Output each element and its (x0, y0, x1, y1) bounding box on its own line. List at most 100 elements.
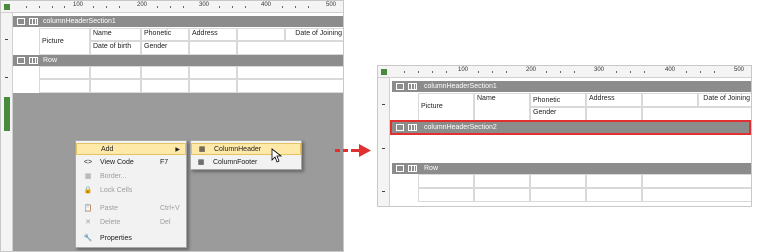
cell-empty[interactable] (642, 107, 751, 121)
submenu-item-column-footer[interactable]: ▦ ColumnFooter (191, 157, 301, 169)
menu-item-shortcut: F7 (160, 159, 169, 166)
row-cell[interactable] (418, 174, 474, 188)
row-cell[interactable] (237, 66, 343, 79)
ruler-label: 500 (734, 67, 745, 73)
ruler-label: 400 (261, 2, 272, 8)
cell-address[interactable]: Address (586, 93, 642, 107)
cell-picture[interactable]: Picture (418, 93, 474, 121)
row-cell[interactable] (90, 79, 141, 93)
paste-icon: 📋 (83, 205, 93, 212)
ruler-label: 500 (326, 2, 337, 8)
section-title: columnHeaderSection1 (424, 83, 497, 90)
menu-item-label: ColumnFooter (213, 159, 258, 166)
selected-section-marker (4, 97, 10, 131)
cell-date-of-joining[interactable]: Date of Joining (698, 93, 751, 107)
menu-item-lock-cells[interactable]: 🔒 Lock Cells (76, 185, 186, 197)
section-title: Row (43, 57, 58, 64)
cell-text: Date of birth (93, 43, 132, 50)
context-menu: Add ▶ <> View Code F7 ▦ Border... 🔒 Lock… (75, 140, 187, 248)
menu-item-view-code[interactable]: <> View Code F7 (76, 157, 186, 169)
designer-panel-before: 100 200 300 400 500 columnHeaderSection1… (0, 0, 344, 252)
ruler-label: 100 (73, 2, 84, 8)
delete-icon: ✕ (85, 219, 91, 226)
cell-text: Gender (144, 43, 168, 50)
vertical-ruler (378, 78, 390, 206)
table-icon: ▦ (198, 146, 206, 153)
transition-arrow-icon (335, 144, 371, 157)
vertical-ruler (1, 13, 13, 251)
cell-text: Address (589, 95, 615, 102)
collapse-icon[interactable] (396, 83, 404, 90)
lock-icon: 🔒 (83, 187, 93, 194)
menu-item-shortcut: Ctrl+V (160, 205, 180, 212)
row-cell[interactable] (586, 174, 642, 188)
cell-text: Date of Joining (295, 30, 342, 37)
menu-item-label: Add (101, 146, 114, 153)
row-cell[interactable] (530, 174, 586, 188)
row-section-band[interactable]: Row (13, 55, 343, 66)
row-cell[interactable] (189, 66, 237, 79)
menu-item-label: Lock Cells (100, 187, 133, 194)
horizontal-ruler: 100 200 300 400 500 (1, 1, 343, 13)
cell-phonetic[interactable]: Phonetic (141, 28, 189, 41)
menu-item-delete[interactable]: ✕ Delete Del (76, 217, 186, 229)
ruler-corner-icon (381, 69, 387, 75)
collapse-icon[interactable] (396, 165, 404, 172)
cell-text: Date of Joining (703, 95, 750, 102)
row-cell[interactable] (141, 79, 189, 93)
row-cell[interactable] (586, 188, 642, 202)
row-cell[interactable] (474, 174, 530, 188)
menu-item-label: Border... (100, 173, 127, 180)
row-cell[interactable] (642, 174, 751, 188)
menu-item-label: View Code (100, 159, 134, 166)
cell-text: Name (477, 95, 496, 102)
collapse-icon[interactable] (17, 57, 25, 64)
row-cell[interactable] (530, 188, 586, 202)
section-title: columnHeaderSection1 (43, 18, 116, 25)
cell-text: Gender (533, 109, 557, 116)
row-cell[interactable] (39, 79, 90, 93)
menu-item-paste[interactable]: 📋 Paste Ctrl+V (76, 203, 186, 215)
cell-empty[interactable] (237, 41, 343, 55)
row-cell[interactable] (141, 66, 189, 79)
row-cell[interactable] (189, 79, 237, 93)
cell-empty[interactable] (642, 93, 698, 107)
menu-item-label: Paste (100, 205, 118, 212)
menu-item-add[interactable]: Add ▶ (76, 143, 186, 155)
cell-picture[interactable]: Picture (39, 28, 90, 55)
section-header-band[interactable]: columnHeaderSection1 (392, 81, 751, 92)
row-cell[interactable] (237, 79, 343, 93)
designer-panel-after: 100 200 300 400 500 columnHeaderSection1… (377, 65, 752, 207)
cell-date-of-joining[interactable]: Date of Joining (285, 28, 343, 41)
ruler-corner-icon (4, 4, 10, 10)
cell-empty[interactable] (189, 41, 237, 55)
table-icon: ▦ (197, 159, 205, 166)
cell-phonetic[interactable]: Phonetic (530, 93, 586, 107)
cell-date-of-birth[interactable]: Date of birth (90, 41, 141, 55)
submenu-item-column-header[interactable]: ▦ ColumnHeader (191, 143, 301, 155)
ruler-label: 400 (665, 67, 676, 73)
cell-empty[interactable] (586, 107, 642, 121)
cell-name[interactable]: Name (90, 28, 141, 41)
menu-item-border[interactable]: ▦ Border... (76, 171, 186, 183)
new-section-area[interactable] (392, 136, 751, 161)
cell-name[interactable]: Name (474, 93, 530, 121)
menu-item-label: Delete (100, 219, 121, 226)
section-header-band[interactable]: columnHeaderSection1 (13, 16, 343, 27)
mouse-cursor-icon (271, 148, 283, 163)
row-cell[interactable] (39, 66, 90, 79)
cell-address[interactable]: Address (189, 28, 237, 41)
row-icon (408, 165, 417, 172)
cell-gender[interactable]: Gender (141, 41, 189, 55)
collapse-icon[interactable] (17, 18, 25, 25)
cell-gender[interactable]: Gender (530, 107, 586, 121)
row-cell[interactable] (642, 188, 751, 202)
cell-text: Picture (421, 103, 443, 110)
cell-text: Picture (42, 38, 64, 45)
row-section-band[interactable]: Row (392, 163, 751, 174)
cell-empty[interactable] (237, 28, 285, 41)
row-cell[interactable] (90, 66, 141, 79)
row-cell[interactable] (474, 188, 530, 202)
menu-item-properties[interactable]: 🔧 Properties (76, 233, 186, 245)
row-cell[interactable] (418, 188, 474, 202)
